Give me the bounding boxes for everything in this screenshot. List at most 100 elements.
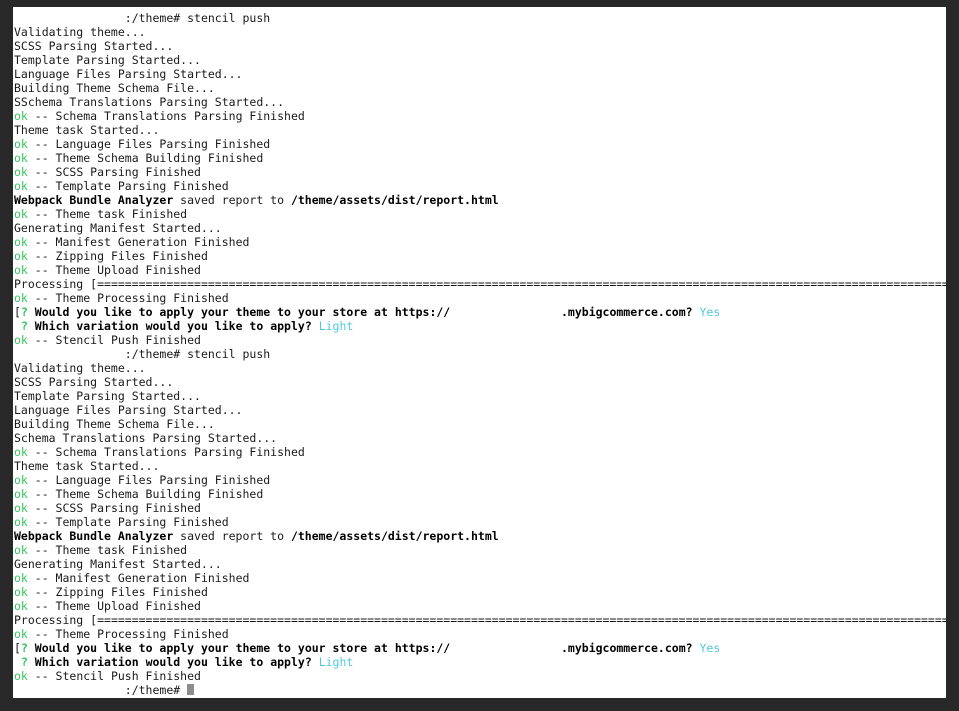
webpack-analyzer-label: Webpack Bundle Analyzer	[14, 193, 174, 207]
output-line-1-19: Processing [============================…	[14, 277, 946, 291]
output-line-2-8: Theme task Started...	[14, 459, 946, 473]
status-ok-badge: ok	[14, 599, 28, 613]
output-line-2-23: ok -- Stencil Push Finished	[14, 669, 946, 683]
log-message: Generating Manifest Started...	[14, 221, 222, 235]
log-message: -- Language Files Parsing Finished	[27, 473, 271, 487]
status-ok-badge: ok	[14, 291, 28, 305]
status-ok-badge: ok	[14, 487, 28, 501]
output-line-2-1: Validating theme...	[14, 361, 946, 375]
log-message: -- Theme task Finished	[27, 543, 188, 557]
log-message: Theme task Started...	[14, 459, 160, 473]
output-line-2-19: Processing [============================…	[14, 613, 946, 627]
output-line-2-17: ok -- Zipping Files Finished	[14, 585, 946, 599]
status-ok-badge: ok	[14, 515, 28, 529]
status-ok-badge: ok	[14, 137, 28, 151]
prompt-redacted-userhost	[14, 347, 125, 361]
output-line-1-23: ok -- Stencil Push Finished	[14, 333, 946, 347]
log-message: -- Manifest Generation Finished	[27, 571, 250, 585]
output-line-1-15: Generating Manifest Started...	[14, 221, 946, 235]
question-text-apply-theme: Would you like to apply your theme to yo…	[27, 305, 451, 319]
output-line-1-22: ? Which variation would you like to appl…	[14, 319, 946, 333]
output-line-2-6: Schema Translations Parsing Started...	[14, 431, 946, 445]
store-domain-suffix: .mybigcommerce.com?	[561, 305, 693, 319]
redacted-store-subdomain	[450, 641, 561, 655]
terminal-screen-output[interactable]: :/theme# stencil push Validating theme...…	[13, 7, 946, 697]
log-message: Schema Translations Parsing Started...	[14, 431, 278, 445]
log-message: -- SCSS Parsing Finished	[27, 501, 201, 515]
shell-prompt-line-final: :/theme#	[14, 683, 946, 697]
output-line-1-3: Template Parsing Started...	[14, 53, 946, 67]
log-message: -- Stencil Push Finished	[27, 333, 201, 347]
question-open-bracket: [	[14, 641, 21, 655]
status-ok-badge: ok	[14, 571, 28, 585]
progress-bar-fill: ========================================…	[97, 277, 946, 291]
log-message: -- Template Parsing Finished	[27, 179, 229, 193]
output-line-1-5: Building Theme Schema File...	[14, 81, 946, 95]
log-message: saved report to	[173, 193, 291, 207]
log-message: -- Schema Translations Parsing Finished	[27, 109, 305, 123]
log-message: -- Template Parsing Finished	[27, 515, 229, 529]
output-line-1-10: ok -- Theme Schema Building Finished	[14, 151, 946, 165]
log-message: -- Theme Schema Building Finished	[27, 151, 264, 165]
output-line-2-11: ok -- SCSS Parsing Finished	[14, 501, 946, 515]
status-ok-badge: ok	[14, 333, 28, 347]
status-ok-badge: ok	[14, 179, 28, 193]
status-ok-badge: ok	[14, 585, 28, 599]
output-line-2-18: ok -- Theme Upload Finished	[14, 599, 946, 613]
prompt-redacted-userhost	[14, 683, 125, 697]
output-line-2-3: Template Parsing Started...	[14, 389, 946, 403]
redacted-store-subdomain	[450, 305, 561, 319]
question-text-variation: Which variation would you like to apply?	[27, 655, 312, 669]
output-line-2-16: ok -- Manifest Generation Finished	[14, 571, 946, 585]
log-message: -- Stencil Push Finished	[27, 669, 201, 683]
output-line-1-21: [? Would you like to apply your theme to…	[14, 305, 946, 319]
log-message: -- Zipping Files Finished	[27, 585, 208, 599]
output-line-1-17: ok -- Zipping Files Finished	[14, 249, 946, 263]
question-open-bracket: [	[14, 305, 21, 319]
output-line-2-5: Building Theme Schema File...	[14, 417, 946, 431]
log-message: -- Theme Upload Finished	[27, 599, 201, 613]
output-line-1-8: Theme task Started...	[14, 123, 946, 137]
output-line-1-6: SSchema Translations Parsing Started...	[14, 95, 946, 109]
answer-apply-theme[interactable]: Yes	[700, 641, 721, 655]
shell-prompt-line-1: :/theme# stencil push	[14, 11, 946, 25]
terminal-window: :/theme# stencil push Validating theme...…	[13, 7, 946, 698]
prompt-command: stencil push	[180, 11, 271, 25]
log-message: Validating theme...	[14, 361, 146, 375]
status-ok-badge: ok	[14, 235, 28, 249]
output-line-2-9: ok -- Language Files Parsing Finished	[14, 473, 946, 487]
status-ok-badge: ok	[14, 473, 28, 487]
question-text-apply-theme: Would you like to apply your theme to yo…	[27, 641, 451, 655]
output-line-1-16: ok -- Manifest Generation Finished	[14, 235, 946, 249]
output-line-2-20: ok -- Theme Processing Finished	[14, 627, 946, 641]
log-message: -- SCSS Parsing Finished	[27, 165, 201, 179]
webpack-analyzer-label: Webpack Bundle Analyzer	[14, 529, 174, 543]
status-ok-badge: ok	[14, 207, 28, 221]
report-path: /theme/assets/dist/report.html	[290, 529, 499, 543]
prompt-command: stencil push	[180, 347, 271, 361]
log-message: -- Theme Processing Finished	[27, 627, 229, 641]
question-mark-icon: ?	[20, 305, 28, 319]
output-line-2-21: [? Would you like to apply your theme to…	[14, 641, 946, 655]
log-message: -- Theme Upload Finished	[27, 263, 201, 277]
output-line-1-14: ok -- Theme task Finished	[14, 207, 946, 221]
output-line-2-4: Language Files Parsing Started...	[14, 403, 946, 417]
prompt-path: :/theme#	[124, 11, 181, 25]
answer-variation[interactable]: Light	[319, 655, 354, 669]
log-message: Theme task Started...	[14, 123, 160, 137]
status-ok-badge: ok	[14, 627, 28, 641]
status-ok-badge: ok	[14, 151, 28, 165]
log-message: SCSS Parsing Started...	[14, 39, 174, 53]
report-path: /theme/assets/dist/report.html	[290, 193, 499, 207]
log-message: -- Manifest Generation Finished	[27, 235, 250, 249]
answer-variation[interactable]: Light	[319, 319, 354, 333]
answer-apply-theme[interactable]: Yes	[700, 305, 721, 319]
log-message: -- Theme Processing Finished	[27, 291, 229, 305]
log-message: -- Schema Translations Parsing Finished	[27, 445, 305, 459]
log-message: -- Theme task Finished	[27, 207, 188, 221]
